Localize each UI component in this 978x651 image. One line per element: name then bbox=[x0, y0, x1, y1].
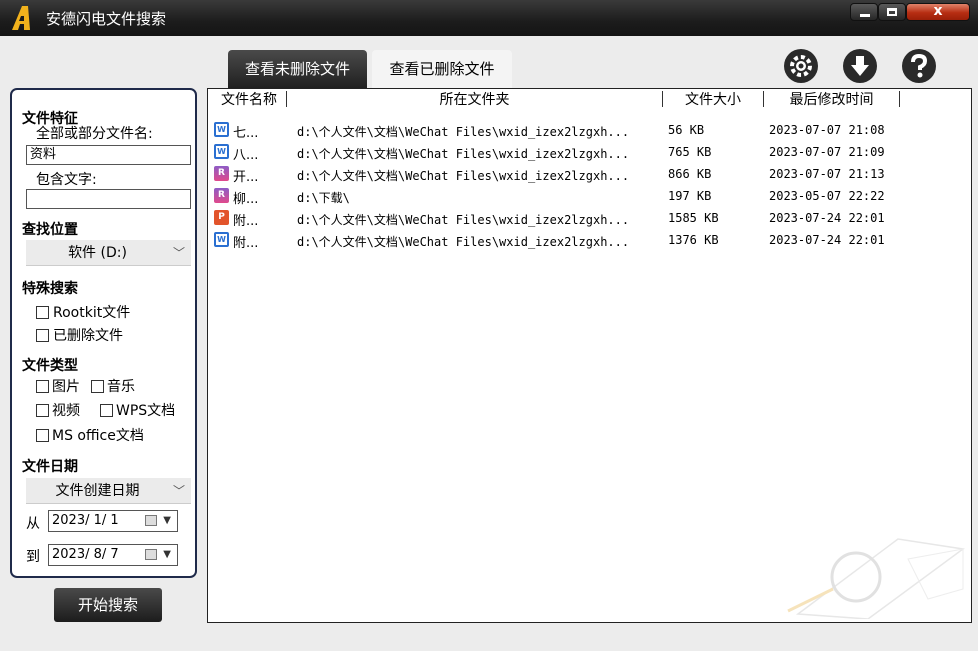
file-size: 866 KB bbox=[668, 167, 712, 181]
location-select[interactable]: 软件 (D:) ﹀ bbox=[26, 240, 191, 266]
location-heading: 查找位置 bbox=[22, 222, 78, 238]
music-checkbox[interactable] bbox=[91, 380, 104, 393]
help-question-icon[interactable] bbox=[901, 48, 937, 84]
column-header-size[interactable]: 文件大小 bbox=[663, 91, 763, 109]
deleted-files-label: 已删除文件 bbox=[53, 328, 123, 344]
file-modified: 2023-07-07 21:09 bbox=[769, 145, 885, 159]
from-label: 从 bbox=[26, 516, 40, 532]
wps-label: WPS文档 bbox=[116, 403, 176, 419]
file-name: 附... bbox=[233, 214, 259, 229]
chevron-down-icon: ﹀ bbox=[172, 246, 185, 260]
file-size: 765 KB bbox=[668, 145, 712, 159]
maximize-button[interactable] bbox=[878, 3, 906, 21]
file-name: 七... bbox=[233, 126, 259, 141]
app-title: 安德闪电文件搜索 bbox=[46, 10, 167, 28]
calendar-icon[interactable] bbox=[145, 549, 157, 560]
image-checkbox[interactable] bbox=[36, 380, 49, 393]
from-date-picker[interactable]: 2023/ 1/ 1 ▼ bbox=[48, 510, 178, 532]
download-arrow-icon[interactable] bbox=[842, 48, 878, 84]
minimize-button[interactable] bbox=[850, 3, 878, 21]
table-row[interactable]: W 八... d:\个人文件\文档\WeChat Files\wxid_izex… bbox=[208, 141, 971, 163]
file-folder: d:\下载\ bbox=[297, 191, 350, 205]
file-name: 八... bbox=[233, 148, 259, 163]
file-date-heading: 文件日期 bbox=[22, 459, 78, 475]
special-search-heading: 特殊搜索 bbox=[22, 281, 78, 297]
close-button[interactable]: x bbox=[906, 3, 970, 21]
file-name: 柳... bbox=[233, 192, 259, 207]
contains-text-label: 包含文字: bbox=[36, 172, 97, 188]
tab-deleted-files[interactable]: 查看已删除文件 bbox=[372, 50, 512, 88]
minimize-icon bbox=[860, 14, 870, 17]
close-icon: x bbox=[933, 3, 943, 19]
results-list[interactable]: 文件名称 所在文件夹 文件大小 最后修改时间 W 七... d:\个人文件\文档… bbox=[207, 88, 972, 623]
app-window: 安德闪电文件搜索 x 查看未删除文件 查看已删除文件 文件特征 全部或部分文件名… bbox=[0, 0, 978, 651]
video-label: 视频 bbox=[52, 403, 80, 419]
file-folder: d:\个人文件\文档\WeChat Files\wxid_izex2lzgxh.… bbox=[297, 147, 630, 161]
rar-archive-icon: R bbox=[214, 188, 229, 203]
table-row[interactable]: W 七... d:\个人文件\文档\WeChat Files\wxid_izex… bbox=[208, 119, 971, 141]
file-name: 附... bbox=[233, 236, 259, 251]
file-size: 1376 KB bbox=[668, 233, 719, 247]
table-row[interactable]: R 柳... d:\下载\ 197 KB 2023-05-07 22:22 bbox=[208, 185, 971, 207]
to-label: 到 bbox=[26, 549, 40, 565]
file-modified: 2023-05-07 22:22 bbox=[769, 189, 885, 203]
column-divider[interactable] bbox=[899, 91, 900, 107]
column-header-folder[interactable]: 所在文件夹 bbox=[287, 91, 662, 109]
msoffice-checkbox[interactable] bbox=[36, 429, 49, 442]
file-folder: d:\个人文件\文档\WeChat Files\wxid_izex2lzgxh.… bbox=[297, 169, 630, 183]
contains-text-input[interactable] bbox=[26, 189, 191, 209]
magnifier-watermark-icon bbox=[787, 538, 965, 619]
file-modified: 2023-07-07 21:13 bbox=[769, 167, 885, 181]
msoffice-label: MS office文档 bbox=[52, 428, 144, 444]
search-options-panel: 文件特征 全部或部分文件名: 资料 包含文字: 查找位置 软件 (D:) ﹀ 特… bbox=[10, 88, 197, 578]
file-folder: d:\个人文件\文档\WeChat Files\wxid_izex2lzgxh.… bbox=[297, 235, 630, 249]
music-label: 音乐 bbox=[107, 379, 135, 395]
chevron-down-icon: ﹀ bbox=[172, 484, 185, 498]
rootkit-label: Rootkit文件 bbox=[53, 305, 131, 321]
rar-archive-icon: R bbox=[214, 166, 229, 181]
to-date-value: 2023/ 8/ 7 bbox=[52, 547, 119, 562]
word-doc-icon: W bbox=[214, 144, 229, 159]
title-bar[interactable]: 安德闪电文件搜索 x bbox=[0, 0, 978, 36]
location-selected-value: 软件 (D:) bbox=[68, 245, 127, 261]
table-row[interactable]: R 开... d:\个人文件\文档\WeChat Files\wxid_izex… bbox=[208, 163, 971, 185]
filename-input[interactable]: 资料 bbox=[26, 145, 191, 165]
image-label: 图片 bbox=[52, 379, 80, 395]
file-modified: 2023-07-24 22:01 bbox=[769, 233, 885, 247]
word-doc-icon: W bbox=[214, 232, 229, 247]
date-kind-selected-value: 文件创建日期 bbox=[55, 483, 140, 499]
rootkit-checkbox[interactable] bbox=[36, 306, 49, 319]
video-checkbox[interactable] bbox=[36, 404, 49, 417]
filename-label: 全部或部分文件名: bbox=[36, 126, 153, 142]
file-folder: d:\个人文件\文档\WeChat Files\wxid_izex2lzgxh.… bbox=[297, 125, 630, 139]
calendar-icon[interactable] bbox=[145, 515, 157, 526]
file-type-heading: 文件类型 bbox=[22, 358, 78, 374]
date-kind-select[interactable]: 文件创建日期 ﹀ bbox=[26, 478, 191, 504]
dropdown-arrow-icon[interactable]: ▼ bbox=[163, 511, 171, 531]
file-name: 开... bbox=[233, 170, 259, 185]
file-size: 56 KB bbox=[668, 123, 705, 137]
file-modified: 2023-07-07 21:08 bbox=[769, 123, 885, 137]
settings-gear-icon[interactable] bbox=[783, 48, 819, 84]
start-search-button[interactable]: 开始搜索 bbox=[54, 588, 162, 622]
to-date-picker[interactable]: 2023/ 8/ 7 ▼ bbox=[48, 544, 178, 566]
file-size: 197 KB bbox=[668, 189, 712, 203]
column-header-modified[interactable]: 最后修改时间 bbox=[764, 91, 899, 109]
pdf-doc-icon: P bbox=[214, 210, 229, 225]
column-header-name[interactable]: 文件名称 bbox=[216, 91, 282, 109]
table-row[interactable]: P 附... d:\个人文件\文档\WeChat Files\wxid_izex… bbox=[208, 207, 971, 229]
dropdown-arrow-icon[interactable]: ▼ bbox=[163, 545, 171, 565]
file-size: 1585 KB bbox=[668, 211, 719, 225]
maximize-icon bbox=[887, 8, 897, 16]
wps-checkbox[interactable] bbox=[100, 404, 113, 417]
word-doc-icon: W bbox=[214, 122, 229, 137]
tab-undeleted-files[interactable]: 查看未删除文件 bbox=[228, 50, 367, 88]
table-row[interactable]: W 附... d:\个人文件\文档\WeChat Files\wxid_izex… bbox=[208, 229, 971, 251]
lightning-logo-icon bbox=[12, 6, 30, 30]
file-modified: 2023-07-24 22:01 bbox=[769, 211, 885, 225]
from-date-value: 2023/ 1/ 1 bbox=[52, 513, 119, 528]
deleted-files-checkbox[interactable] bbox=[36, 329, 49, 342]
file-folder: d:\个人文件\文档\WeChat Files\wxid_izex2lzgxh.… bbox=[297, 213, 630, 227]
